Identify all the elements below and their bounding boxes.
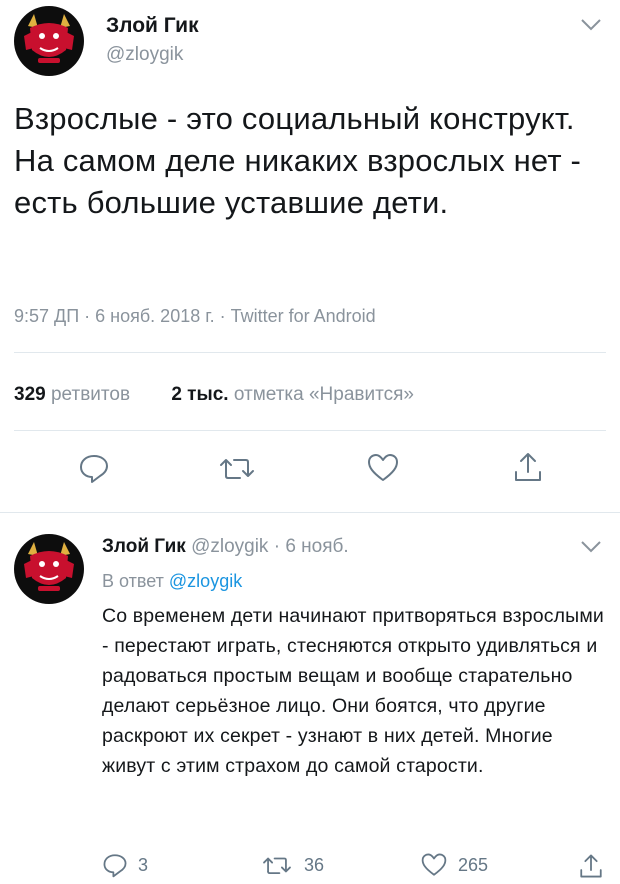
heart-icon [421,853,447,876]
heart-icon[interactable] [366,452,400,484]
demon-logo-icon [24,542,74,591]
tweet-stats: 329 ретвитов 2 тыс. отметка «Нравится» [14,384,450,406]
author-name[interactable]: Злой Гик [106,14,199,38]
reply-text: Со временем дети начинают притворяться в… [102,605,604,777]
reply-icon[interactable] [78,452,110,484]
likes-count: 265 [458,854,489,875]
retweets-stat[interactable]: 329 ретвитов [14,384,135,405]
author-handle[interactable]: @zloygik [106,44,183,66]
chevron-down-icon[interactable] [580,18,602,32]
retweet-icon[interactable] [217,452,257,484]
reply-date[interactable]: 6 нояб. [285,536,348,557]
chevron-down-icon[interactable] [580,540,602,554]
reply-to: В ответ @zloygik [102,571,242,592]
reply-icon [103,854,127,878]
avatar[interactable] [14,6,84,76]
likes-label: отметка «Нравится» [233,384,414,405]
author-handle[interactable]: @zloygik [191,536,268,557]
divider [14,430,606,431]
author-name[interactable]: Злой Гик [102,536,186,557]
replies-count: 3 [138,854,149,875]
retweets-count: 36 [304,854,325,875]
separator-dot: · [273,536,281,557]
likes-stat[interactable]: 2 тыс. отметка «Нравится» [171,384,414,405]
demon-logo-icon [24,14,74,63]
divider [14,352,606,353]
reply-likes[interactable]: 265 [420,852,488,878]
retweets-count: 329 [14,384,46,405]
tweet-text: Взрослые - это социальный конструкт. На … [14,101,582,220]
share-icon [580,854,602,878]
reply-to-label: В ответ [102,571,164,591]
divider [0,512,620,513]
reply-share[interactable] [578,852,604,880]
avatar[interactable] [14,534,84,604]
reply-replies[interactable]: 3 [102,852,148,878]
reply-retweets[interactable]: 36 [260,852,324,878]
reply-to-handle[interactable]: @zloygik [169,571,242,591]
likes-count: 2 тыс. [171,384,229,405]
retweets-label: ретвитов [50,384,131,405]
share-icon[interactable] [512,450,544,484]
reply-header: Злой Гик @zloygik · 6 нояб. [102,536,349,558]
tweet-meta: 9:57 ДП · 6 нояб. 2018 г. · Twitter for … [14,306,376,326]
retweet-icon [263,857,291,875]
